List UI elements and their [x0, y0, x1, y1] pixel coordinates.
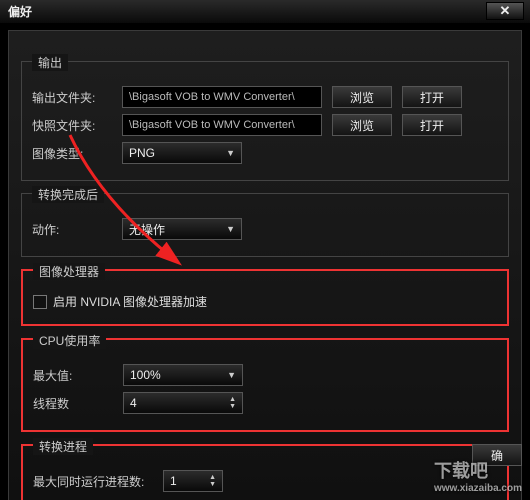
nvidia-checkbox-row: 启用 NVIDIA 图像处理器加速	[33, 293, 497, 310]
process-max-label: 最大同时运行进程数:	[33, 473, 163, 490]
cpu-max-row: 最大值: 100% ▼	[33, 364, 497, 386]
output-folder-row: 输出文件夹: 浏览 打开	[32, 86, 498, 108]
snapshot-folder-row: 快照文件夹: 浏览 打开	[32, 114, 498, 136]
output-folder-input[interactable]	[122, 86, 322, 108]
after-action-dropdown[interactable]: 无操作 ▼	[122, 218, 242, 240]
process-max-spinner[interactable]: 1 ▲▼	[163, 470, 223, 492]
after-action-value: 无操作	[129, 221, 165, 238]
cpu-threads-label: 线程数	[33, 395, 123, 412]
close-icon: ✕	[500, 3, 511, 19]
cpu-threads-value: 4	[130, 396, 137, 410]
confirm-button[interactable]: 确	[472, 444, 522, 466]
chevron-down-icon: ▼	[226, 148, 235, 158]
after-legend: 转换完成后	[32, 186, 104, 203]
cpu-fieldset: CPU使用率 最大值: 100% ▼ 线程数 4 ▲▼	[21, 338, 509, 432]
process-max-value: 1	[170, 474, 177, 488]
process-max-row: 最大同时运行进程数: 1 ▲▼	[33, 470, 497, 492]
output-folder-label: 输出文件夹:	[32, 89, 122, 106]
spinner-updown-icon: ▲▼	[209, 474, 216, 488]
image-type-value: PNG	[129, 146, 155, 160]
cpu-max-dropdown[interactable]: 100% ▼	[123, 364, 243, 386]
cpu-threads-spinner[interactable]: 4 ▲▼	[123, 392, 243, 414]
snapshot-folder-label: 快照文件夹:	[32, 117, 122, 134]
output-legend: 输出	[32, 54, 68, 71]
window-title: 偏好	[8, 3, 32, 20]
output-browse-button[interactable]: 浏览	[332, 86, 392, 108]
cpu-threads-row: 线程数 4 ▲▼	[33, 392, 497, 414]
image-type-row: 图像类型: PNG ▼	[32, 142, 498, 164]
process-fieldset: 转换进程 最大同时运行进程数: 1 ▲▼	[21, 444, 509, 500]
nvidia-checkbox-label: 启用 NVIDIA 图像处理器加速	[53, 293, 207, 310]
close-button[interactable]: ✕	[486, 2, 524, 20]
gpu-legend: 图像处理器	[33, 263, 105, 280]
nvidia-checkbox[interactable]	[33, 295, 47, 309]
image-type-label: 图像类型:	[32, 145, 122, 162]
chevron-down-icon: ▼	[227, 370, 236, 380]
after-action-row: 动作: 无操作 ▼	[32, 218, 498, 240]
output-open-button[interactable]: 打开	[402, 86, 462, 108]
image-type-dropdown[interactable]: PNG ▼	[122, 142, 242, 164]
output-fieldset: 输出 输出文件夹: 浏览 打开 快照文件夹: 浏览 打开 图像类型: PNG ▼	[21, 61, 509, 181]
title-bar: 偏好 ✕	[0, 0, 530, 24]
spinner-updown-icon: ▲▼	[229, 396, 236, 410]
after-conversion-fieldset: 转换完成后 动作: 无操作 ▼	[21, 193, 509, 257]
chevron-down-icon: ▼	[226, 224, 235, 234]
gpu-fieldset: 图像处理器 启用 NVIDIA 图像处理器加速	[21, 269, 509, 326]
cpu-legend: CPU使用率	[33, 332, 106, 349]
snapshot-browse-button[interactable]: 浏览	[332, 114, 392, 136]
cpu-max-label: 最大值:	[33, 367, 123, 384]
snapshot-folder-input[interactable]	[122, 114, 322, 136]
cpu-max-value: 100%	[130, 368, 161, 382]
preferences-panel: 输出 输出文件夹: 浏览 打开 快照文件夹: 浏览 打开 图像类型: PNG ▼…	[8, 30, 522, 500]
process-legend: 转换进程	[33, 438, 93, 455]
snapshot-open-button[interactable]: 打开	[402, 114, 462, 136]
after-action-label: 动作:	[32, 221, 122, 238]
